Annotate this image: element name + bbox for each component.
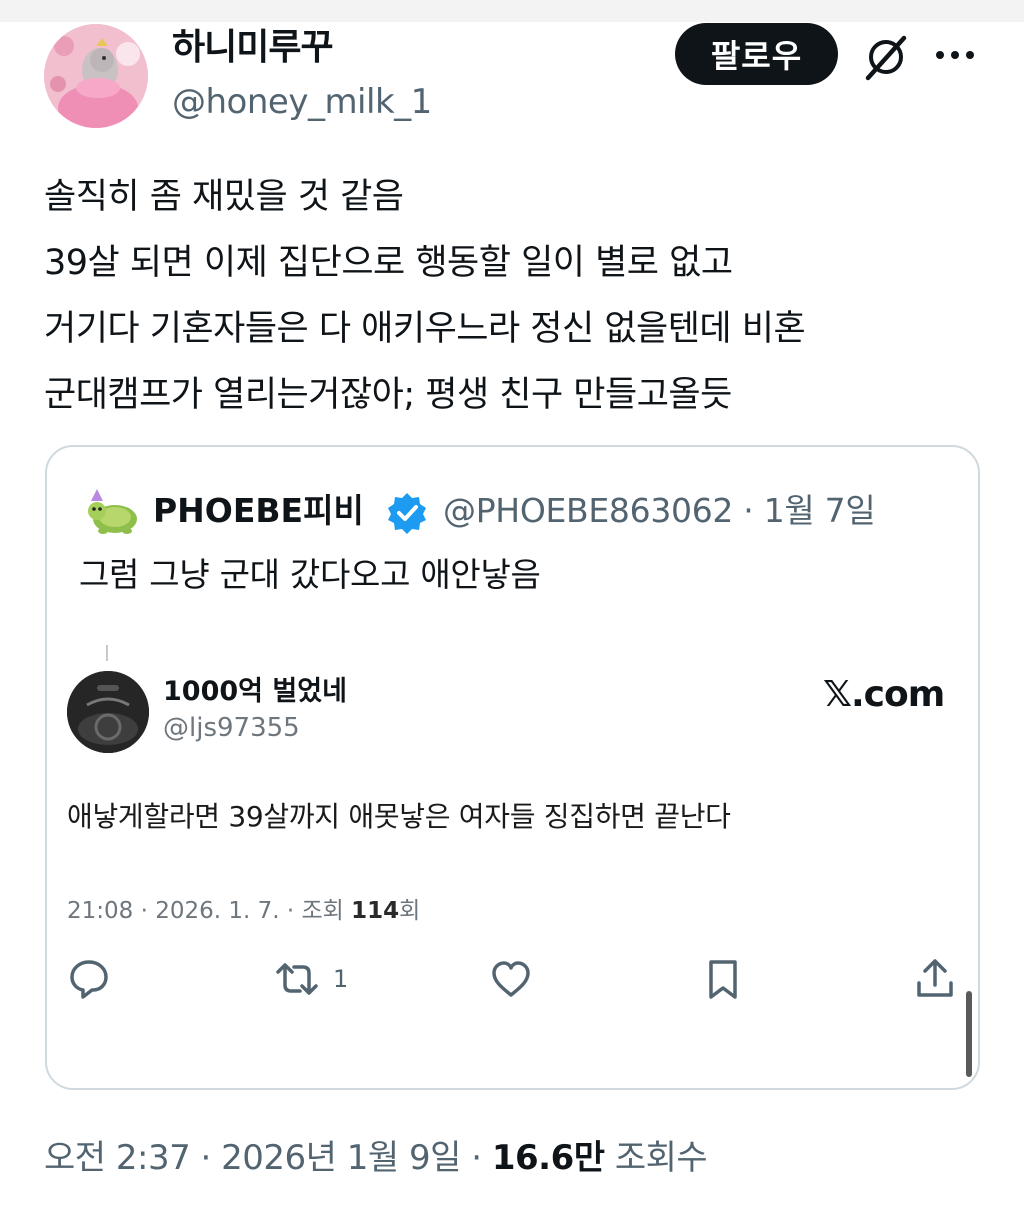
embedded-meta-prefix: 21:08 · 2026. 1. 7. · 조회 — [67, 898, 352, 924]
reply-icon — [70, 960, 108, 999]
quote-date[interactable]: 1월 7일 — [764, 491, 876, 530]
top-strip — [0, 0, 1024, 22]
grok-icon[interactable] — [860, 32, 912, 82]
bookmark-button[interactable] — [701, 955, 745, 1003]
more-icon[interactable] — [934, 42, 976, 68]
retweet-button[interactable]: 1 — [275, 955, 348, 1003]
embedded-view-suffix: 회 — [399, 898, 421, 924]
embedded-view-count: 114 — [351, 898, 400, 924]
tweet-line: 39살 되면 이제 집단으로 행동할 일이 별로 없고 — [44, 243, 733, 283]
tweet-text: 솔직히 좀 재밌을 것 같음 39살 되면 이제 집단으로 행동할 일이 별로 … — [44, 164, 1004, 428]
quote-card[interactable]: PHOEBE피비 @PHOEBE863062 · 1월 7일 그럼 그냥 군대 … — [45, 445, 980, 1090]
quote-author-name[interactable]: PHOEBE피비 — [153, 489, 364, 533]
share-button[interactable] — [913, 955, 957, 1003]
retweet-icon — [276, 963, 318, 995]
embedded-avatar — [67, 671, 149, 753]
tweet-time[interactable]: 오전 2:37 — [44, 1138, 191, 1178]
tweet-footer: 오전 2:37 · 2026년 1월 9일 · 16.6만 조회수 — [44, 1134, 708, 1182]
quote-avatar — [83, 487, 141, 537]
quote-meta: @PHOEBE863062 · 1월 7일 — [443, 489, 876, 533]
meta-separator: · — [460, 1138, 492, 1178]
meta-separator: · — [733, 491, 764, 530]
quote-text: 그럼 그냥 군대 갔다오고 애안낳음 — [79, 555, 541, 594]
retweet-count: 1 — [333, 965, 349, 993]
share-icon — [917, 959, 953, 997]
like-icon — [492, 961, 530, 997]
like-button[interactable] — [489, 955, 533, 1003]
embedded-author-handle: @ljs97355 — [163, 713, 300, 743]
author-avatar[interactable] — [44, 24, 148, 128]
meta-separator: · — [190, 1138, 222, 1178]
verified-icon — [385, 491, 429, 535]
author-handle[interactable]: @honey_milk_1 — [172, 82, 432, 122]
follow-button[interactable]: 팔로우 — [675, 23, 838, 85]
embedded-meta: 21:08 · 2026. 1. 7. · 조회 114회 — [67, 895, 420, 927]
author-name[interactable]: 하니미루꾸 — [172, 28, 334, 68]
embedded-author-name: 1000억 벌었네 — [163, 676, 347, 707]
tweet-line: 솔직히 좀 재밌을 것 같음 — [44, 177, 404, 217]
view-count: 16.6만 — [491, 1138, 605, 1178]
tweet-line: 거기다 기혼자들은 다 애키우느라 정신 없을텐데 비혼 — [44, 309, 806, 349]
reply-button[interactable] — [67, 955, 111, 1003]
embedded-text: 애낳게할라면 39살까지 애못낳은 여자들 징집하면 끝난다 — [67, 800, 731, 833]
tweet-line: 군대캠프가 열리는거잖아; 평생 친구 만들고올듯 — [44, 375, 732, 415]
screenshot-divider — [106, 645, 108, 661]
tweet-date[interactable]: 2026년 1월 9일 — [221, 1138, 461, 1178]
quote-handle[interactable]: @PHOEBE863062 — [443, 491, 733, 530]
bookmark-icon — [709, 960, 737, 999]
scrollbar[interactable] — [966, 991, 972, 1077]
x-com-logo: 𝕏.com — [823, 674, 945, 715]
views-label: 조회수 — [604, 1138, 708, 1178]
